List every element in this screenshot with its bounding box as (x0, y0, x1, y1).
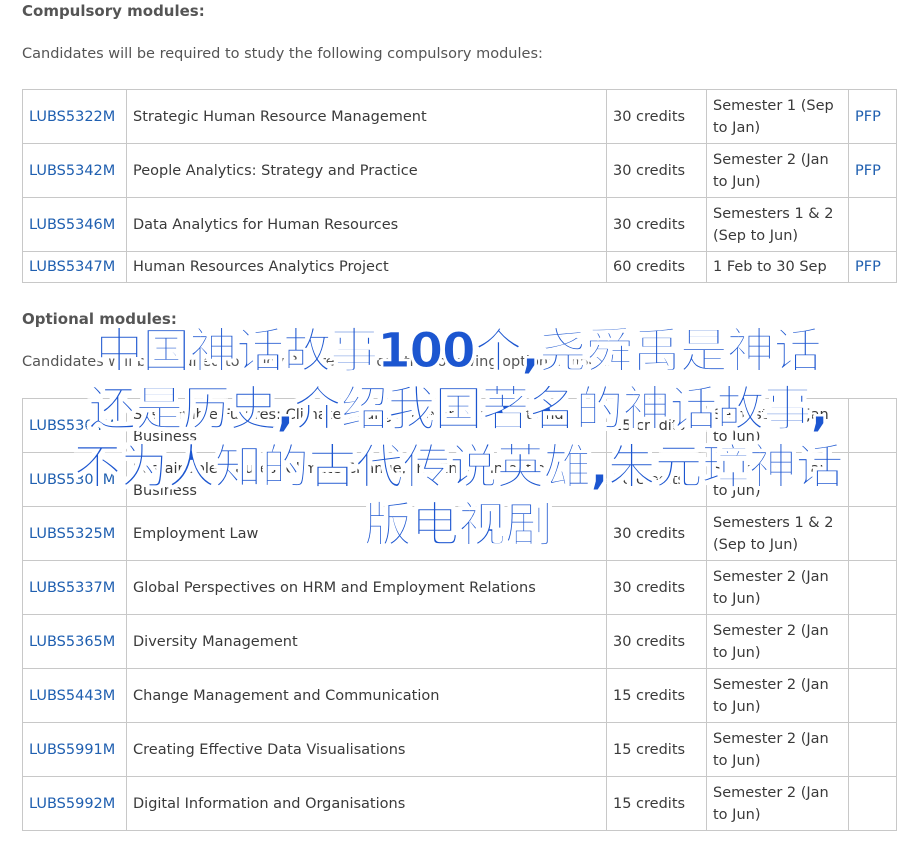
module-code-link[interactable]: LUBS5337M (29, 580, 115, 596)
module-title: Digital Information and Organisations (126, 776, 607, 831)
compulsory-heading: Compulsory modules: (22, 2, 205, 20)
module-code-link[interactable]: LUBS5992M (29, 796, 115, 812)
module-code-link[interactable]: LUBS5305M (29, 472, 115, 488)
optional-table-body: LUBS5304M Sustainable Futures: Climate Ch… (22, 398, 897, 831)
module-title: Sustainable Futures: Climate Change, the… (126, 452, 607, 507)
module-code-cell: LUBS5325M (22, 506, 127, 561)
module-credits: 30 credits (606, 614, 707, 669)
table-row: LUBS5992M Digital Information and Organis… (22, 776, 897, 831)
module-code-link[interactable]: LUBS5304M (29, 418, 115, 434)
optional-modules-table: LUBS5304M Sustainable Futures: Climate Ch… (22, 398, 897, 831)
overlay-line: 中国神话故事100个,尧舜禹是神话 (95, 323, 822, 380)
table-row: LUBS5991M Creating Effective Data Visuali… (22, 722, 897, 777)
module-code-cell: LUBS5443M (22, 668, 127, 723)
module-code-link[interactable]: LUBS5347M (29, 259, 115, 275)
module-semester: Semester 2 (Jan to Jun) (706, 668, 849, 723)
optional-intro: Candidates will be required to study 30 … (22, 354, 633, 370)
module-credits: 15 credits (606, 722, 707, 777)
pfp-cell (848, 614, 897, 669)
module-credits: 30 credits (606, 197, 707, 252)
table-row: LUBS5304M Sustainable Futures: Climate Ch… (22, 398, 897, 453)
module-credits: 30 credits (606, 506, 707, 561)
table-row: LUBS5346M Data Analytics for Human Resour… (22, 197, 897, 252)
pfp-cell (848, 398, 897, 453)
pfp-cell (848, 560, 897, 615)
module-code-cell: LUBS5991M (22, 722, 127, 777)
module-code-link[interactable]: LUBS5443M (29, 688, 115, 704)
module-code-cell: LUBS5347M (22, 251, 127, 283)
compulsory-table-body: LUBS5322M Strategic Human Resource Manage… (22, 89, 897, 283)
module-title: People Analytics: Strategy and Practice (126, 143, 607, 198)
pfp-cell: PFP (848, 251, 897, 283)
module-title: Global Perspectives on HRM and Employmen… (126, 560, 607, 615)
pfp-link[interactable]: PFP (855, 259, 881, 275)
optional-heading: Optional modules: (22, 310, 177, 328)
module-code-cell: LUBS5305M (22, 452, 127, 507)
pfp-cell (848, 197, 897, 252)
module-title: Diversity Management (126, 614, 607, 669)
module-code-link[interactable]: LUBS5342M (29, 163, 115, 179)
module-semester: Semesters 1 & 2 (Sep to Jun) (706, 197, 849, 252)
pfp-cell (848, 506, 897, 561)
module-code-link[interactable]: LUBS5322M (29, 109, 115, 125)
module-code-cell: LUBS5337M (22, 560, 127, 615)
table-row: LUBS5337M Global Perspectives on HRM and … (22, 560, 897, 615)
module-code-link[interactable]: LUBS5346M (29, 217, 115, 233)
module-credits: 15 credits (606, 776, 707, 831)
module-title: Sustainable Futures: Climate Change, the… (126, 398, 607, 453)
module-semester: Semesters 1 & 2 (Sep to Jun) (706, 506, 849, 561)
module-semester: 1 Feb to 30 Sep (706, 251, 849, 283)
module-semester: Semester 2 (Jan to Jun) (706, 452, 849, 507)
module-semester: Semester 2 (Jan to Jun) (706, 143, 849, 198)
pfp-cell: PFP (848, 143, 897, 198)
module-credits: 60 credits (606, 251, 707, 283)
module-code-cell: LUBS5304M (22, 398, 127, 453)
module-code-link[interactable]: LUBS5365M (29, 634, 115, 650)
module-title: Change Management and Communication (126, 668, 607, 723)
module-title: Strategic Human Resource Management (126, 89, 607, 144)
pfp-cell (848, 668, 897, 723)
module-credits: 15 credits (606, 668, 707, 723)
compulsory-modules-table: LUBS5322M Strategic Human Resource Manage… (22, 89, 897, 283)
module-code-link[interactable]: LUBS5991M (29, 742, 115, 758)
pfp-cell (848, 776, 897, 831)
module-code-cell: LUBS5365M (22, 614, 127, 669)
pfp-link[interactable]: PFP (855, 109, 881, 125)
module-title: Employment Law (126, 506, 607, 561)
pfp-link[interactable]: PFP (855, 163, 881, 179)
module-title: Creating Effective Data Visualisations (126, 722, 607, 777)
module-title: Data Analytics for Human Resources (126, 197, 607, 252)
module-semester: Semester 1 (Jan to Jun) (706, 398, 849, 453)
table-row: LUBS5322M Strategic Human Resource Manage… (22, 89, 897, 144)
compulsory-intro: Candidates will be required to study the… (22, 46, 543, 62)
pfp-cell (848, 722, 897, 777)
module-code-cell: LUBS5992M (22, 776, 127, 831)
table-row: LUBS5365M Diversity Management 30 credits S… (22, 614, 897, 669)
module-credits: 30 credits (606, 560, 707, 615)
module-code-cell: LUBS5322M (22, 89, 127, 144)
table-row: LUBS5325M Employment Law 30 credits Semeste… (22, 506, 897, 561)
module-semester: Semester 2 (Jan to Jun) (706, 614, 849, 669)
table-row: LUBS5305M Sustainable Futures: Climate Ch… (22, 452, 897, 507)
table-row: LUBS5347M Human Resources Analytics Proje… (22, 251, 897, 283)
module-title: Human Resources Analytics Project (126, 251, 607, 283)
module-code-link[interactable]: LUBS5325M (29, 526, 115, 542)
module-credits: 30 credits (606, 89, 707, 144)
module-semester: Semester 2 (Jan to Jun) (706, 560, 849, 615)
pfp-cell (848, 452, 897, 507)
table-row: LUBS5443M Change Management and Communica… (22, 668, 897, 723)
module-semester: Semester 2 (Jan to Jun) (706, 776, 849, 831)
module-credits: 30 credits (606, 143, 707, 198)
module-semester: Semester 2 (Jan to Jun) (706, 722, 849, 777)
table-row: LUBS5342M People Analytics: Strategy and … (22, 143, 897, 198)
module-code-cell: LUBS5342M (22, 143, 127, 198)
module-credits: 15 credits (606, 398, 707, 453)
module-credits: 30 credits (606, 452, 707, 507)
pfp-cell: PFP (848, 89, 897, 144)
module-semester: Semester 1 (Sep to Jan) (706, 89, 849, 144)
module-code-cell: LUBS5346M (22, 197, 127, 252)
